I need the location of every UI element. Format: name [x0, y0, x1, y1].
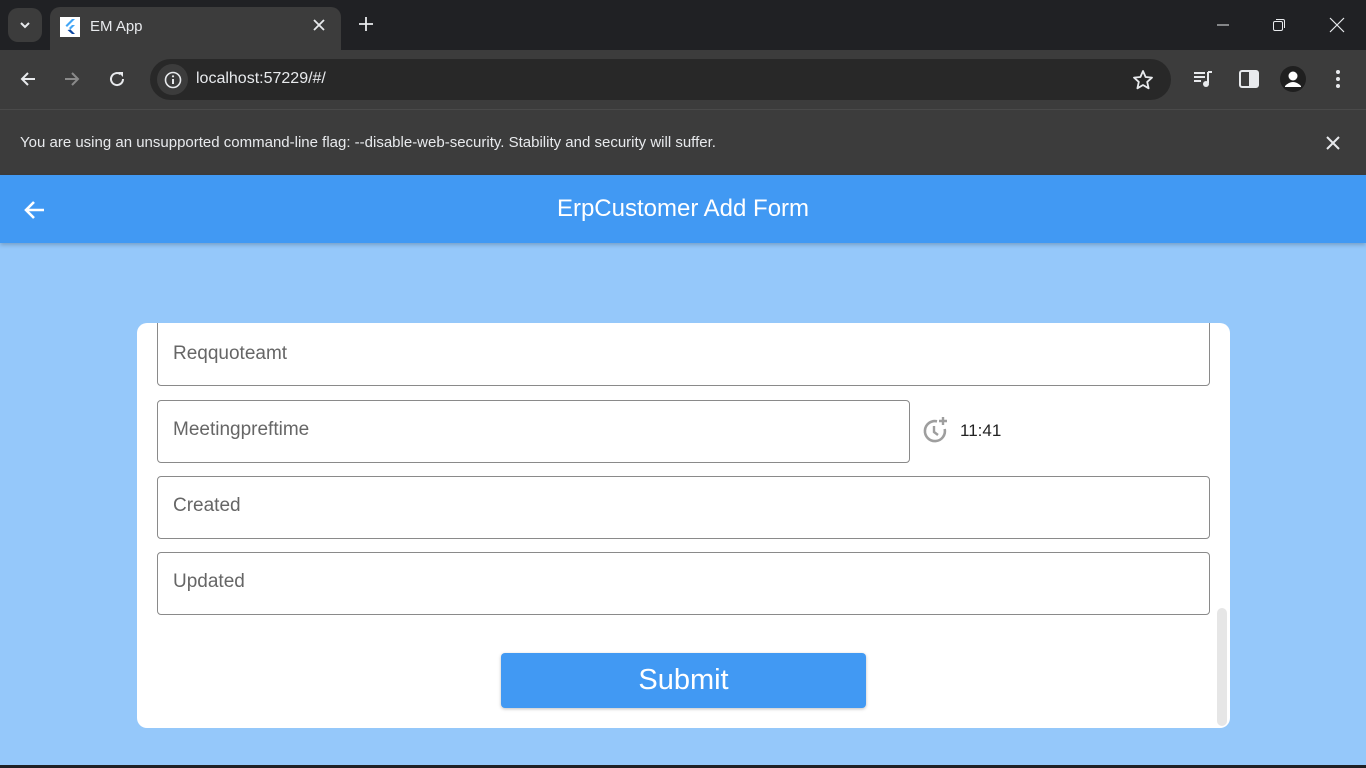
tab-close-button[interactable]: [309, 15, 329, 35]
infobar-close-button[interactable]: [1322, 132, 1344, 154]
info-icon: [164, 71, 181, 88]
infobar-message: You are using an unsupported command-lin…: [20, 134, 716, 151]
bookmark-button[interactable]: [1131, 68, 1155, 92]
reqquoteamt-field[interactable]: Reqquoteamt: [157, 323, 1210, 386]
url-text[interactable]: localhost:57229/#/: [196, 70, 326, 88]
playlist-music-icon: [1194, 71, 1212, 87]
media-controls-button[interactable]: [1191, 66, 1217, 92]
flutter-icon: [60, 17, 80, 37]
side-panel-icon: [1239, 70, 1259, 88]
close-icon: [1326, 136, 1340, 150]
forward-button[interactable]: [57, 64, 87, 94]
field-label: Created: [173, 495, 241, 516]
reload-button[interactable]: [102, 64, 132, 94]
browser-tab[interactable]: EM App: [50, 7, 341, 50]
restore-button[interactable]: [1264, 10, 1294, 40]
field-label: Updated: [173, 571, 245, 592]
plus-icon: [359, 17, 373, 31]
star-icon: [1133, 70, 1153, 90]
updated-field[interactable]: Updated: [157, 552, 1210, 615]
app-body: ErpCustomer Add Form Reqquoteamt Meeting…: [0, 175, 1366, 768]
minimize-icon: [1217, 24, 1229, 26]
tab-title: EM App: [90, 18, 143, 35]
tab-search-button[interactable]: [8, 8, 42, 42]
clock-plus-icon: [923, 417, 947, 443]
profile-button[interactable]: [1280, 66, 1306, 92]
arrow-left-icon: [20, 72, 35, 86]
new-tab-button[interactable]: [354, 12, 378, 36]
app-bar: ErpCustomer Add Form: [0, 175, 1366, 243]
chevron-down-icon: [20, 22, 30, 29]
meetingpreftime-field[interactable]: Meetingpreftime: [157, 400, 910, 463]
back-button[interactable]: [13, 64, 43, 94]
close-icon: [1329, 17, 1345, 33]
time-picker-button[interactable]: [920, 416, 950, 446]
selected-time: 11:41: [960, 421, 1002, 440]
field-label: Reqquoteamt: [173, 343, 288, 364]
minimize-button[interactable]: [1208, 10, 1238, 40]
tab-strip: EM App: [0, 0, 1366, 50]
menu-button[interactable]: [1325, 66, 1351, 92]
field-label: Meetingpreftime: [173, 419, 310, 440]
created-field[interactable]: Created: [157, 476, 1210, 539]
close-icon: [313, 19, 325, 31]
scrollbar-thumb[interactable]: [1217, 608, 1227, 726]
page-title: ErpCustomer Add Form: [556, 195, 810, 222]
restore-icon: [1273, 19, 1285, 31]
site-info-button[interactable]: [157, 64, 188, 95]
window-close-button[interactable]: [1322, 10, 1352, 40]
arrow-right-icon: [65, 72, 80, 86]
side-panel-button[interactable]: [1236, 66, 1262, 92]
browser-toolbar: localhost:57229/#/: [0, 50, 1366, 109]
warning-infobar: You are using an unsupported command-lin…: [0, 109, 1366, 175]
avatar-icon: [1280, 66, 1306, 92]
submit-button[interactable]: Submit: [501, 653, 866, 708]
more-vert-icon: [1336, 70, 1340, 88]
reload-icon: [110, 72, 125, 87]
form-card: Reqquoteamt Meetingpreftime 11:41 Create…: [137, 323, 1230, 728]
address-bar[interactable]: localhost:57229/#/: [150, 59, 1171, 100]
